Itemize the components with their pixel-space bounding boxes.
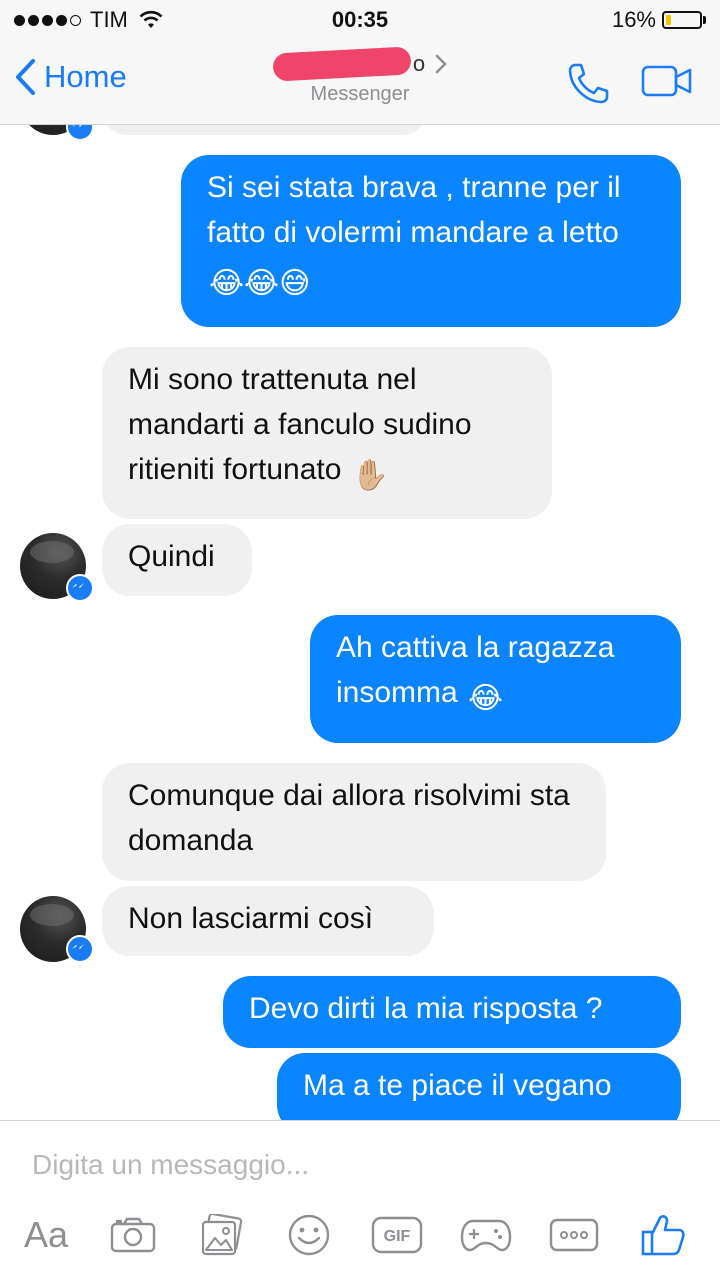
status-bar: TIM 00:35 16% [0,0,720,40]
message-bubble-outgoing[interactable]: Devo dirti la mia risposta ? [223,976,681,1048]
back-button[interactable]: Home [14,58,127,96]
gif-icon: GIF [371,1216,423,1254]
more-button[interactable] [548,1213,600,1257]
contact-name-tail: o [412,51,426,76]
message-text: Non lasciarmi così [128,902,374,935]
emoji-button[interactable] [285,1213,333,1257]
message-bubble-partial [102,125,427,135]
message-bubble-incoming[interactable]: Comunque dai allora risolvimi sta domand… [102,763,606,881]
gallery-icon [201,1214,243,1256]
message-text: Mi sono trattenuta nel mandarti a fancul… [128,363,472,486]
like-button[interactable] [638,1213,688,1257]
composer-toolbar: Aa GIF [0,1213,720,1263]
message-list[interactable]: Si sei stata brava , tranne per il fatto… [0,125,720,1120]
redaction-mark [272,46,412,82]
navigation-bar: Home o Messenger [0,40,720,125]
message-text: Comunque dai allora risolvimi sta domand… [128,779,570,857]
messenger-badge-icon [66,935,94,963]
message-bubble-incoming[interactable]: Mi sono trattenuta nel mandarti a fancul… [102,347,552,519]
emoji-raised-hand-icon: ✋🏼 [351,459,390,492]
battery-percent: 16% [611,7,656,32]
battery-icon [662,11,702,29]
conversation-title[interactable]: o Messenger [200,46,520,106]
back-label: Home [44,59,127,94]
emoji-laughing-icon: 😂 [468,682,504,715]
message-bubble-outgoing[interactable]: Ma a te piace il vegano [277,1053,681,1120]
emoji-icon [288,1214,330,1256]
like-icon [641,1215,685,1256]
contact-name: o [272,46,447,82]
game-controller-icon [460,1219,512,1252]
more-icon [549,1218,599,1252]
gif-button[interactable]: GIF [370,1213,424,1257]
battery-level-fill [666,15,671,25]
message-composer: Digita un messaggio... Aa GIF [0,1120,720,1281]
message-bubble-outgoing[interactable]: Si sei stata brava , tranne per il fatto… [181,155,681,327]
camera-icon [110,1217,156,1253]
message-text: Devo dirti la mia risposta ? [249,992,603,1025]
messenger-badge-icon [66,574,94,602]
chevron-left-icon [16,59,35,95]
call-button[interactable] [566,62,610,109]
message-bubble-outgoing[interactable]: Ah cattiva la ragazza insomma 😂 [310,615,681,743]
gif-label: GIF [384,1228,411,1245]
message-bubble-incoming[interactable]: Quindi [102,524,252,596]
text-format-icon: Aa [23,1214,69,1255]
battery-area: 16% [612,7,706,33]
message-text: Quindi [128,540,215,573]
message-text: Ma a te piace il vegano [303,1069,612,1102]
message-input[interactable]: Digita un messaggio... [32,1149,692,1189]
phone-icon [568,63,609,104]
game-button[interactable] [458,1213,514,1257]
camera-button[interactable] [106,1213,160,1257]
emoji-laughing-icon: 😂😂😅 [209,267,311,300]
text-format-button[interactable]: Aa [18,1213,74,1257]
messenger-badge-icon [66,125,94,141]
video-call-button[interactable] [641,65,693,102]
battery-tip [703,16,706,24]
message-bubble-incoming[interactable]: Non lasciarmi così [102,886,434,956]
message-text: Si sei stata brava , tranne per il fatto… [207,171,621,249]
chevron-right-icon [435,54,447,74]
gallery-button[interactable] [196,1213,248,1257]
video-camera-icon [641,65,692,97]
conversation-subtitle: Messenger [310,83,410,105]
